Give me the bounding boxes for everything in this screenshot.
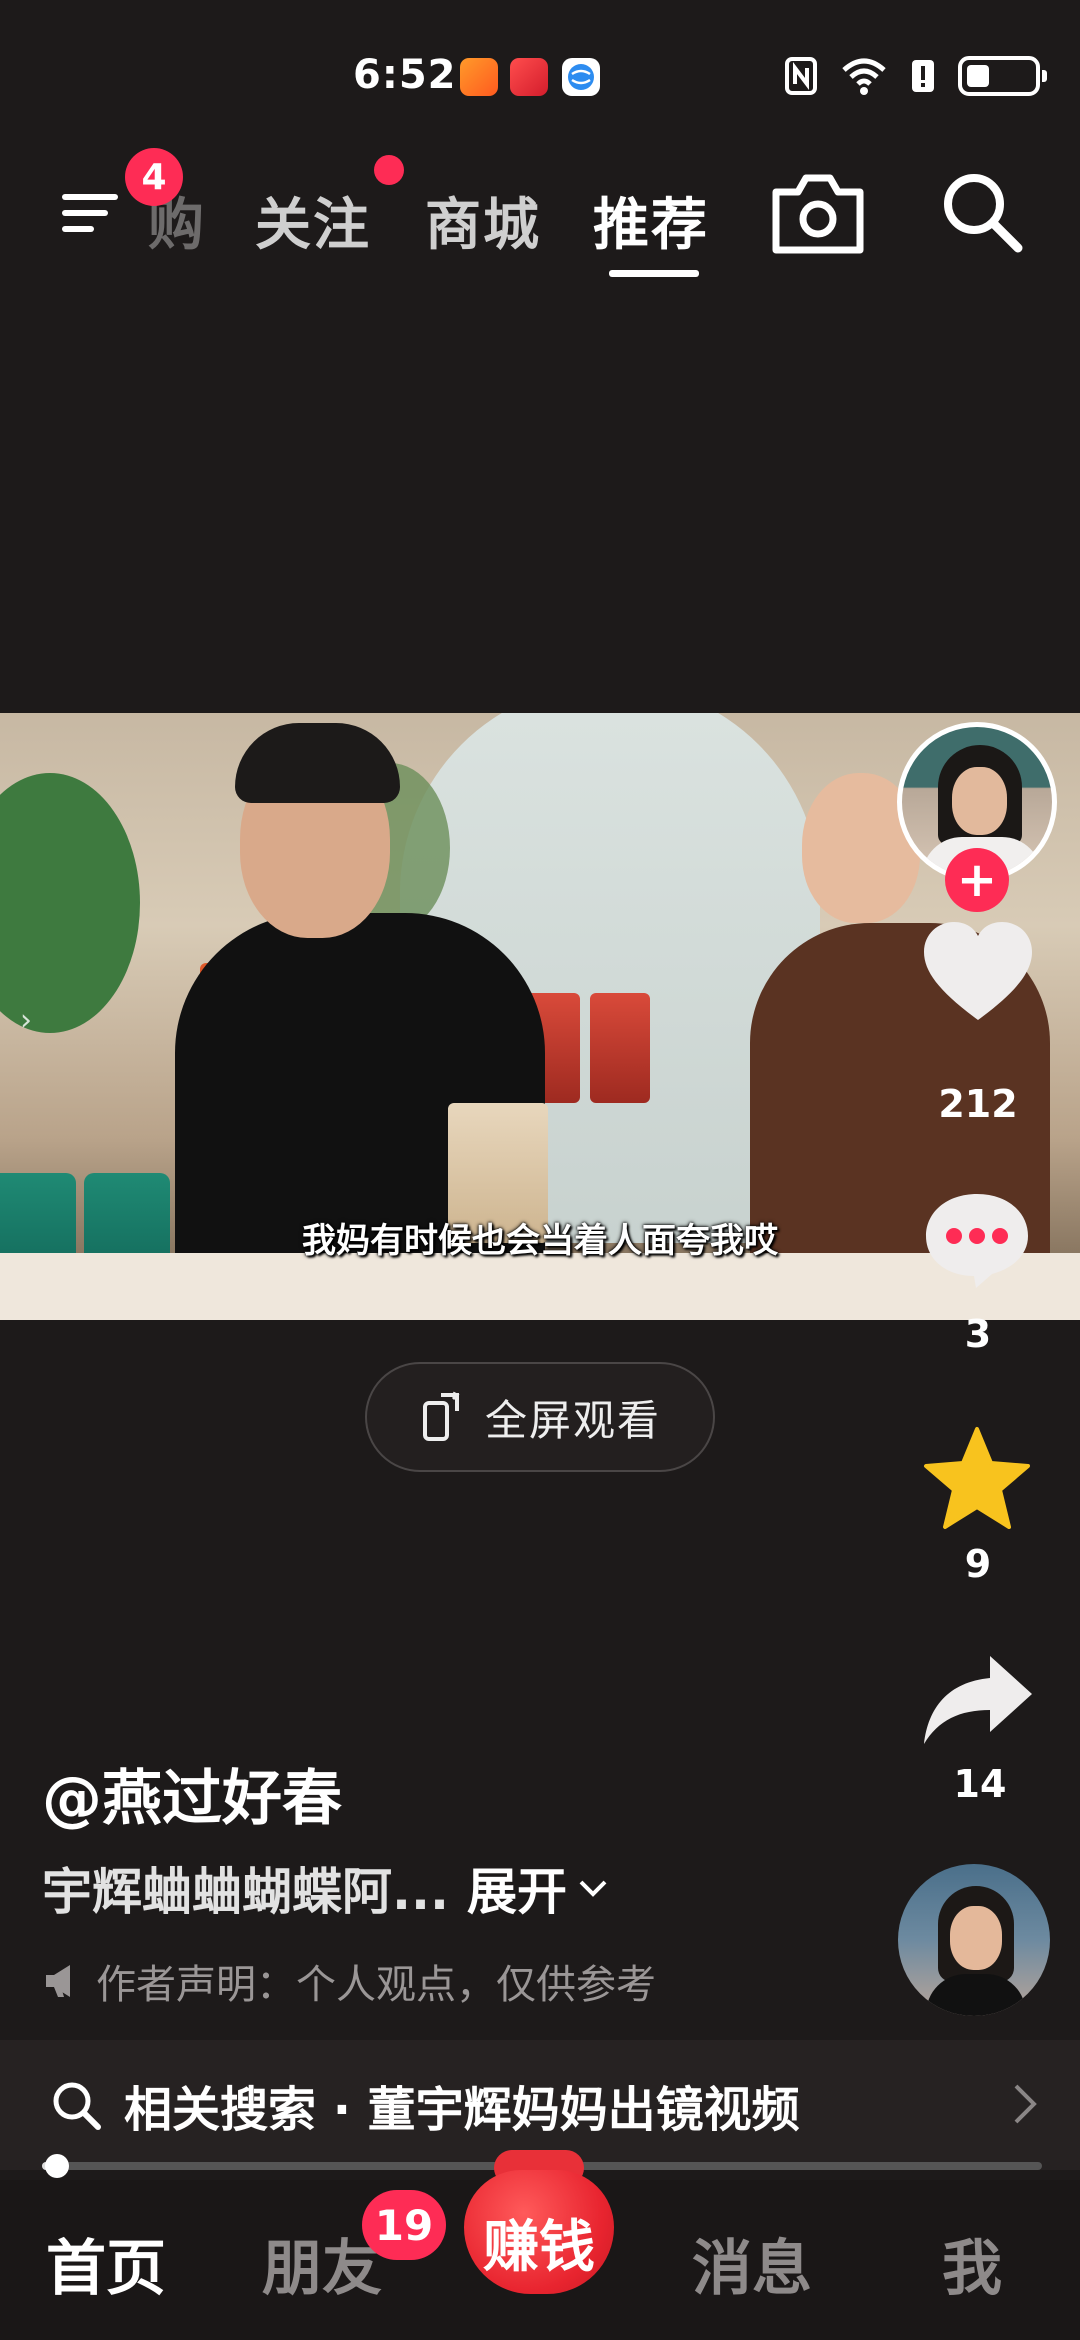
share-count: 14: [953, 1762, 1007, 1806]
kuaishou-app-icon: [460, 58, 498, 96]
following-new-dot: [374, 155, 404, 185]
expand-button[interactable]: 展开: [467, 1852, 567, 1924]
nav-home[interactable]: 首页: [46, 2220, 166, 2307]
wifi-icon: [842, 58, 886, 95]
video-subtitle: 我妈有时候也会当着人面夸我哎: [302, 1221, 778, 1261]
video-product: [590, 993, 650, 1103]
nav-earn-button[interactable]: 赚钱: [464, 2150, 614, 2300]
chevron-right-icon: [1014, 2084, 1037, 2124]
nav-me[interactable]: 我: [942, 2220, 1002, 2307]
menu-icon[interactable]: [60, 180, 124, 244]
follow-button[interactable]: +: [945, 848, 1009, 912]
chevron-right-icon: ›: [20, 1003, 32, 1038]
active-tab-indicator: [609, 270, 699, 277]
browser-app-icon: [562, 58, 600, 96]
video-table: [0, 1253, 1080, 1320]
fullscreen-label: 全屏观看: [484, 1395, 661, 1445]
status-icons: [784, 56, 1047, 96]
caption-text: 宇辉蛐蛐蝴蝶阿...: [42, 1863, 449, 1921]
rotate-screen-icon: [422, 1391, 460, 1441]
tab-mall[interactable]: 商城: [425, 180, 541, 261]
megaphone-icon: [46, 1965, 70, 1997]
search-icon[interactable]: [938, 168, 1024, 254]
chevron-down-icon: [579, 1880, 607, 1897]
declaration-text: 作者声明：个人观点，仅供参考: [96, 1962, 656, 2008]
video-plant: [0, 773, 140, 1033]
nav-earn-label: 赚钱: [483, 2215, 595, 2280]
progress-knob[interactable]: [45, 2154, 69, 2178]
alert-icon: [912, 60, 934, 92]
comment-count: 3: [964, 1312, 992, 1356]
nfc-icon: [785, 57, 817, 95]
music-author-avatar[interactable]: [898, 1864, 1050, 2016]
tab-recommend[interactable]: 推荐: [593, 180, 709, 261]
like-count: 212: [938, 1082, 1018, 1126]
author-declaration: 作者声明：个人观点，仅供参考: [42, 1952, 656, 2010]
friends-notification-badge: 19: [362, 2190, 446, 2260]
share-arrow-icon[interactable]: [920, 1652, 1036, 1748]
status-bar: 6:52: [0, 0, 1080, 150]
tab-following[interactable]: 关注: [255, 180, 371, 261]
comment-bubble-icon[interactable]: [922, 1190, 1032, 1290]
battery-icon: [958, 56, 1047, 96]
camera-icon[interactable]: [770, 170, 866, 256]
status-time: 6:52: [353, 52, 457, 98]
author-name[interactable]: @燕过好春: [42, 1750, 342, 1837]
like-heart-icon[interactable]: [920, 920, 1036, 1024]
favorite-count: 9: [964, 1542, 992, 1586]
reader-app-icon: [510, 58, 548, 96]
fullscreen-button[interactable]: 全屏观看: [365, 1362, 715, 1472]
search-icon: [53, 2082, 101, 2130]
related-search-text: 相关搜索 · 董宇辉妈妈出镜视频: [124, 2082, 800, 2138]
nav-messages[interactable]: 消息: [692, 2220, 812, 2307]
post-caption[interactable]: 宇辉蛐蛐蝴蝶阿... 展开: [42, 1852, 613, 1924]
favorite-star-icon[interactable]: [922, 1425, 1032, 1531]
menu-notification-badge: 4: [125, 148, 183, 206]
